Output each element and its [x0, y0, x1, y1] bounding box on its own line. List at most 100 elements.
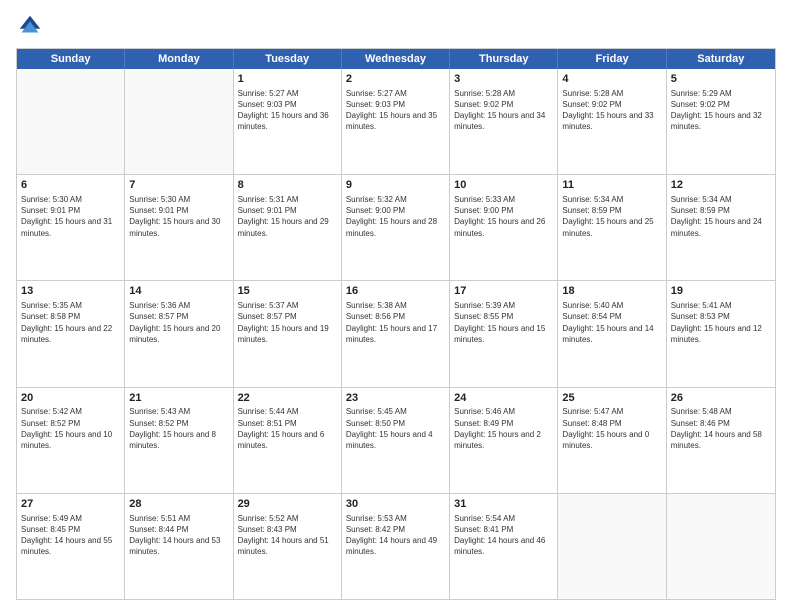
day-cell-24: 24Sunrise: 5:46 AM Sunset: 8:49 PM Dayli… [450, 388, 558, 493]
day-number: 29 [238, 497, 337, 512]
day-cell-4: 4Sunrise: 5:28 AM Sunset: 9:02 PM Daylig… [558, 69, 666, 174]
day-info: Sunrise: 5:53 AM Sunset: 8:42 PM Dayligh… [346, 513, 445, 558]
day-info: Sunrise: 5:51 AM Sunset: 8:44 PM Dayligh… [129, 513, 228, 558]
day-number: 21 [129, 391, 228, 406]
day-number: 6 [21, 178, 120, 193]
day-number: 3 [454, 72, 553, 87]
day-number: 9 [346, 178, 445, 193]
day-info: Sunrise: 5:27 AM Sunset: 9:03 PM Dayligh… [238, 88, 337, 133]
day-number: 15 [238, 284, 337, 299]
day-cell-6: 6Sunrise: 5:30 AM Sunset: 9:01 PM Daylig… [17, 175, 125, 280]
day-info: Sunrise: 5:32 AM Sunset: 9:00 PM Dayligh… [346, 194, 445, 239]
day-number: 25 [562, 391, 661, 406]
day-info: Sunrise: 5:39 AM Sunset: 8:55 PM Dayligh… [454, 300, 553, 345]
header-day-saturday: Saturday [667, 49, 775, 69]
day-info: Sunrise: 5:40 AM Sunset: 8:54 PM Dayligh… [562, 300, 661, 345]
day-cell-21: 21Sunrise: 5:43 AM Sunset: 8:52 PM Dayli… [125, 388, 233, 493]
header-day-wednesday: Wednesday [342, 49, 450, 69]
day-cell-13: 13Sunrise: 5:35 AM Sunset: 8:58 PM Dayli… [17, 281, 125, 386]
week-row-3: 13Sunrise: 5:35 AM Sunset: 8:58 PM Dayli… [17, 281, 775, 387]
day-info: Sunrise: 5:34 AM Sunset: 8:59 PM Dayligh… [671, 194, 771, 239]
day-cell-5: 5Sunrise: 5:29 AM Sunset: 9:02 PM Daylig… [667, 69, 775, 174]
day-number: 28 [129, 497, 228, 512]
day-cell-7: 7Sunrise: 5:30 AM Sunset: 9:01 PM Daylig… [125, 175, 233, 280]
day-number: 10 [454, 178, 553, 193]
day-cell-8: 8Sunrise: 5:31 AM Sunset: 9:01 PM Daylig… [234, 175, 342, 280]
day-info: Sunrise: 5:49 AM Sunset: 8:45 PM Dayligh… [21, 513, 120, 558]
empty-cell [667, 494, 775, 599]
day-cell-23: 23Sunrise: 5:45 AM Sunset: 8:50 PM Dayli… [342, 388, 450, 493]
day-info: Sunrise: 5:35 AM Sunset: 8:58 PM Dayligh… [21, 300, 120, 345]
header-day-thursday: Thursday [450, 49, 558, 69]
day-cell-1: 1Sunrise: 5:27 AM Sunset: 9:03 PM Daylig… [234, 69, 342, 174]
day-cell-10: 10Sunrise: 5:33 AM Sunset: 9:00 PM Dayli… [450, 175, 558, 280]
header [16, 12, 776, 40]
day-cell-17: 17Sunrise: 5:39 AM Sunset: 8:55 PM Dayli… [450, 281, 558, 386]
day-info: Sunrise: 5:28 AM Sunset: 9:02 PM Dayligh… [454, 88, 553, 133]
day-number: 24 [454, 391, 553, 406]
day-info: Sunrise: 5:44 AM Sunset: 8:51 PM Dayligh… [238, 406, 337, 451]
day-info: Sunrise: 5:34 AM Sunset: 8:59 PM Dayligh… [562, 194, 661, 239]
day-info: Sunrise: 5:33 AM Sunset: 9:00 PM Dayligh… [454, 194, 553, 239]
logo [16, 12, 48, 40]
day-number: 17 [454, 284, 553, 299]
day-number: 5 [671, 72, 771, 87]
calendar-body: 1Sunrise: 5:27 AM Sunset: 9:03 PM Daylig… [17, 69, 775, 599]
empty-cell [558, 494, 666, 599]
day-info: Sunrise: 5:30 AM Sunset: 9:01 PM Dayligh… [21, 194, 120, 239]
day-cell-26: 26Sunrise: 5:48 AM Sunset: 8:46 PM Dayli… [667, 388, 775, 493]
day-cell-3: 3Sunrise: 5:28 AM Sunset: 9:02 PM Daylig… [450, 69, 558, 174]
day-number: 31 [454, 497, 553, 512]
day-info: Sunrise: 5:41 AM Sunset: 8:53 PM Dayligh… [671, 300, 771, 345]
day-cell-20: 20Sunrise: 5:42 AM Sunset: 8:52 PM Dayli… [17, 388, 125, 493]
day-number: 2 [346, 72, 445, 87]
day-number: 14 [129, 284, 228, 299]
day-info: Sunrise: 5:52 AM Sunset: 8:43 PM Dayligh… [238, 513, 337, 558]
day-cell-19: 19Sunrise: 5:41 AM Sunset: 8:53 PM Dayli… [667, 281, 775, 386]
day-number: 12 [671, 178, 771, 193]
empty-cell [125, 69, 233, 174]
header-day-sunday: Sunday [17, 49, 125, 69]
header-day-friday: Friday [558, 49, 666, 69]
day-number: 20 [21, 391, 120, 406]
day-cell-22: 22Sunrise: 5:44 AM Sunset: 8:51 PM Dayli… [234, 388, 342, 493]
empty-cell [17, 69, 125, 174]
day-cell-29: 29Sunrise: 5:52 AM Sunset: 8:43 PM Dayli… [234, 494, 342, 599]
day-info: Sunrise: 5:31 AM Sunset: 9:01 PM Dayligh… [238, 194, 337, 239]
day-cell-9: 9Sunrise: 5:32 AM Sunset: 9:00 PM Daylig… [342, 175, 450, 280]
day-info: Sunrise: 5:46 AM Sunset: 8:49 PM Dayligh… [454, 406, 553, 451]
day-info: Sunrise: 5:42 AM Sunset: 8:52 PM Dayligh… [21, 406, 120, 451]
day-number: 4 [562, 72, 661, 87]
day-cell-30: 30Sunrise: 5:53 AM Sunset: 8:42 PM Dayli… [342, 494, 450, 599]
day-cell-18: 18Sunrise: 5:40 AM Sunset: 8:54 PM Dayli… [558, 281, 666, 386]
week-row-1: 1Sunrise: 5:27 AM Sunset: 9:03 PM Daylig… [17, 69, 775, 175]
day-info: Sunrise: 5:36 AM Sunset: 8:57 PM Dayligh… [129, 300, 228, 345]
day-info: Sunrise: 5:45 AM Sunset: 8:50 PM Dayligh… [346, 406, 445, 451]
day-cell-16: 16Sunrise: 5:38 AM Sunset: 8:56 PM Dayli… [342, 281, 450, 386]
day-cell-31: 31Sunrise: 5:54 AM Sunset: 8:41 PM Dayli… [450, 494, 558, 599]
week-row-4: 20Sunrise: 5:42 AM Sunset: 8:52 PM Dayli… [17, 388, 775, 494]
day-cell-12: 12Sunrise: 5:34 AM Sunset: 8:59 PM Dayli… [667, 175, 775, 280]
day-number: 1 [238, 72, 337, 87]
day-info: Sunrise: 5:48 AM Sunset: 8:46 PM Dayligh… [671, 406, 771, 451]
page: SundayMondayTuesdayWednesdayThursdayFrid… [0, 0, 792, 612]
logo-icon [16, 12, 44, 40]
day-info: Sunrise: 5:27 AM Sunset: 9:03 PM Dayligh… [346, 88, 445, 133]
day-cell-2: 2Sunrise: 5:27 AM Sunset: 9:03 PM Daylig… [342, 69, 450, 174]
day-number: 27 [21, 497, 120, 512]
day-number: 19 [671, 284, 771, 299]
day-info: Sunrise: 5:38 AM Sunset: 8:56 PM Dayligh… [346, 300, 445, 345]
day-cell-11: 11Sunrise: 5:34 AM Sunset: 8:59 PM Dayli… [558, 175, 666, 280]
week-row-5: 27Sunrise: 5:49 AM Sunset: 8:45 PM Dayli… [17, 494, 775, 599]
day-info: Sunrise: 5:54 AM Sunset: 8:41 PM Dayligh… [454, 513, 553, 558]
day-info: Sunrise: 5:29 AM Sunset: 9:02 PM Dayligh… [671, 88, 771, 133]
day-info: Sunrise: 5:30 AM Sunset: 9:01 PM Dayligh… [129, 194, 228, 239]
week-row-2: 6Sunrise: 5:30 AM Sunset: 9:01 PM Daylig… [17, 175, 775, 281]
header-day-tuesday: Tuesday [234, 49, 342, 69]
day-number: 7 [129, 178, 228, 193]
day-cell-28: 28Sunrise: 5:51 AM Sunset: 8:44 PM Dayli… [125, 494, 233, 599]
day-number: 16 [346, 284, 445, 299]
calendar-header: SundayMondayTuesdayWednesdayThursdayFrid… [17, 49, 775, 69]
header-day-monday: Monday [125, 49, 233, 69]
day-info: Sunrise: 5:28 AM Sunset: 9:02 PM Dayligh… [562, 88, 661, 133]
